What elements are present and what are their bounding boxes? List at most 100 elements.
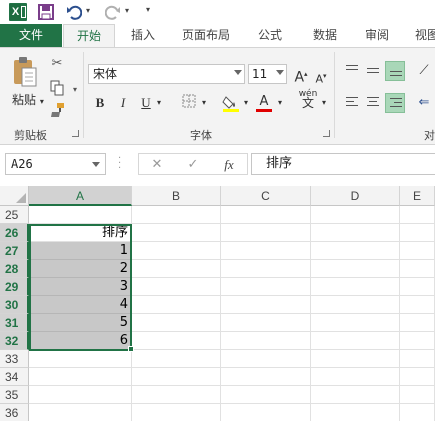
align-top-icon[interactable] — [342, 61, 362, 81]
cell-d27[interactable] — [311, 242, 400, 260]
cell-a32[interactable]: 6 — [29, 332, 132, 350]
select-all-button[interactable] — [0, 186, 29, 206]
cell-c27[interactable] — [221, 242, 311, 260]
column-header-b[interactable]: B — [132, 186, 221, 206]
undo-icon[interactable] — [66, 2, 83, 22]
save-icon[interactable] — [38, 2, 54, 22]
shrink-font-button[interactable]: A▾ — [313, 67, 329, 86]
row-header-35[interactable]: 35 — [0, 386, 29, 404]
cell-c34[interactable] — [221, 368, 311, 386]
formula-bar-grip-icon[interactable]: · · · — [118, 154, 121, 174]
cell-d35[interactable] — [311, 386, 400, 404]
row-header-34[interactable]: 34 — [0, 368, 29, 386]
cell-a30[interactable]: 4 — [29, 296, 132, 314]
cell-d25[interactable] — [311, 206, 400, 224]
cell-d36[interactable] — [311, 404, 400, 421]
cell-c29[interactable] — [221, 278, 311, 296]
enter-icon[interactable]: ✓ — [183, 156, 203, 174]
underline-button[interactable]: U — [138, 94, 154, 112]
undo-dropdown-icon[interactable]: ▾ — [86, 6, 90, 15]
cell-c30[interactable] — [221, 296, 311, 314]
cell-a35[interactable] — [29, 386, 132, 404]
row-header-29[interactable]: 29 — [0, 278, 29, 296]
cell-e32[interactable] — [400, 332, 435, 350]
cell-d31[interactable] — [311, 314, 400, 332]
borders-icon[interactable] — [180, 94, 198, 112]
cell-e35[interactable] — [400, 386, 435, 404]
underline-dropdown-icon[interactable]: ▾ — [154, 94, 164, 112]
tab-file[interactable]: 文件 — [0, 24, 62, 47]
cell-a28[interactable]: 2 — [29, 260, 132, 278]
orientation-icon[interactable]: ⟋ — [415, 62, 433, 80]
italic-button[interactable]: I — [115, 94, 131, 112]
row-header-33[interactable]: 33 — [0, 350, 29, 368]
tab-view[interactable]: 视图 — [412, 24, 435, 47]
cell-d33[interactable] — [311, 350, 400, 368]
fill-handle[interactable] — [128, 346, 134, 352]
row-header-32[interactable]: 32 — [0, 332, 29, 350]
cell-e27[interactable] — [400, 242, 435, 260]
copy-dropdown-icon[interactable]: ▾ — [66, 82, 84, 98]
row-header-30[interactable]: 30 — [0, 296, 29, 314]
row-header-26[interactable]: 26 — [0, 224, 29, 242]
borders-dropdown-icon[interactable]: ▾ — [199, 94, 209, 112]
align-center-icon[interactable] — [363, 93, 383, 113]
cell-a29[interactable]: 3 — [29, 278, 132, 296]
cell-c32[interactable] — [221, 332, 311, 350]
font-dialog-launcher-icon[interactable] — [323, 130, 330, 137]
paste-button[interactable]: 粘贴 ▾ — [12, 91, 44, 108]
column-header-d[interactable]: D — [311, 186, 400, 206]
tab-formulas[interactable]: 公式 — [250, 24, 290, 47]
cell-e34[interactable] — [400, 368, 435, 386]
font-color-dropdown-icon[interactable]: ▾ — [275, 94, 285, 112]
decrease-indent-icon[interactable]: ⇐ — [415, 94, 433, 112]
phonetic-guide-button[interactable]: wén 文 — [297, 90, 319, 110]
cell-d32[interactable] — [311, 332, 400, 350]
cell-b30[interactable] — [132, 296, 221, 314]
cell-a27[interactable]: 1 — [29, 242, 132, 260]
row-header-28[interactable]: 28 — [0, 260, 29, 278]
cell-c26[interactable] — [221, 224, 311, 242]
cell-b32[interactable] — [132, 332, 221, 350]
row-header-25[interactable]: 25 — [0, 206, 29, 224]
font-color-button[interactable]: A — [256, 94, 272, 112]
row-header-36[interactable]: 36 — [0, 404, 29, 421]
bold-button[interactable]: B — [92, 94, 108, 112]
cell-c36[interactable] — [221, 404, 311, 421]
cell-b35[interactable] — [132, 386, 221, 404]
column-header-a[interactable]: A — [29, 186, 132, 206]
row-header-27[interactable]: 27 — [0, 242, 29, 260]
tab-review[interactable]: 审阅 — [357, 24, 397, 47]
cut-icon[interactable]: ✂ — [48, 56, 66, 72]
cell-a36[interactable] — [29, 404, 132, 421]
cell-e36[interactable] — [400, 404, 435, 421]
column-header-e[interactable]: E — [400, 186, 435, 206]
align-middle-icon[interactable] — [363, 61, 383, 81]
cell-b27[interactable] — [132, 242, 221, 260]
redo-dropdown-icon[interactable]: ▾ — [125, 6, 129, 15]
redo-icon[interactable] — [104, 2, 121, 22]
cell-c25[interactable] — [221, 206, 311, 224]
cell-a34[interactable] — [29, 368, 132, 386]
clipboard-dialog-launcher-icon[interactable] — [72, 130, 79, 137]
fill-color-dropdown-icon[interactable]: ▾ — [241, 94, 251, 112]
format-painter-icon[interactable] — [48, 102, 66, 118]
cell-b34[interactable] — [132, 368, 221, 386]
cell-d34[interactable] — [311, 368, 400, 386]
cell-e30[interactable] — [400, 296, 435, 314]
cell-c28[interactable] — [221, 260, 311, 278]
cell-e26[interactable] — [400, 224, 435, 242]
cell-e28[interactable] — [400, 260, 435, 278]
cell-d29[interactable] — [311, 278, 400, 296]
tab-data[interactable]: 数据 — [305, 24, 345, 47]
cell-b26[interactable] — [132, 224, 221, 242]
cell-d30[interactable] — [311, 296, 400, 314]
cell-c33[interactable] — [221, 350, 311, 368]
customize-qat-icon[interactable]: ▾ — [146, 5, 150, 14]
name-box[interactable]: A26 — [5, 153, 106, 175]
cell-b33[interactable] — [132, 350, 221, 368]
cell-e29[interactable] — [400, 278, 435, 296]
align-right-icon[interactable] — [385, 93, 405, 113]
cell-d26[interactable] — [311, 224, 400, 242]
cell-b29[interactable] — [132, 278, 221, 296]
